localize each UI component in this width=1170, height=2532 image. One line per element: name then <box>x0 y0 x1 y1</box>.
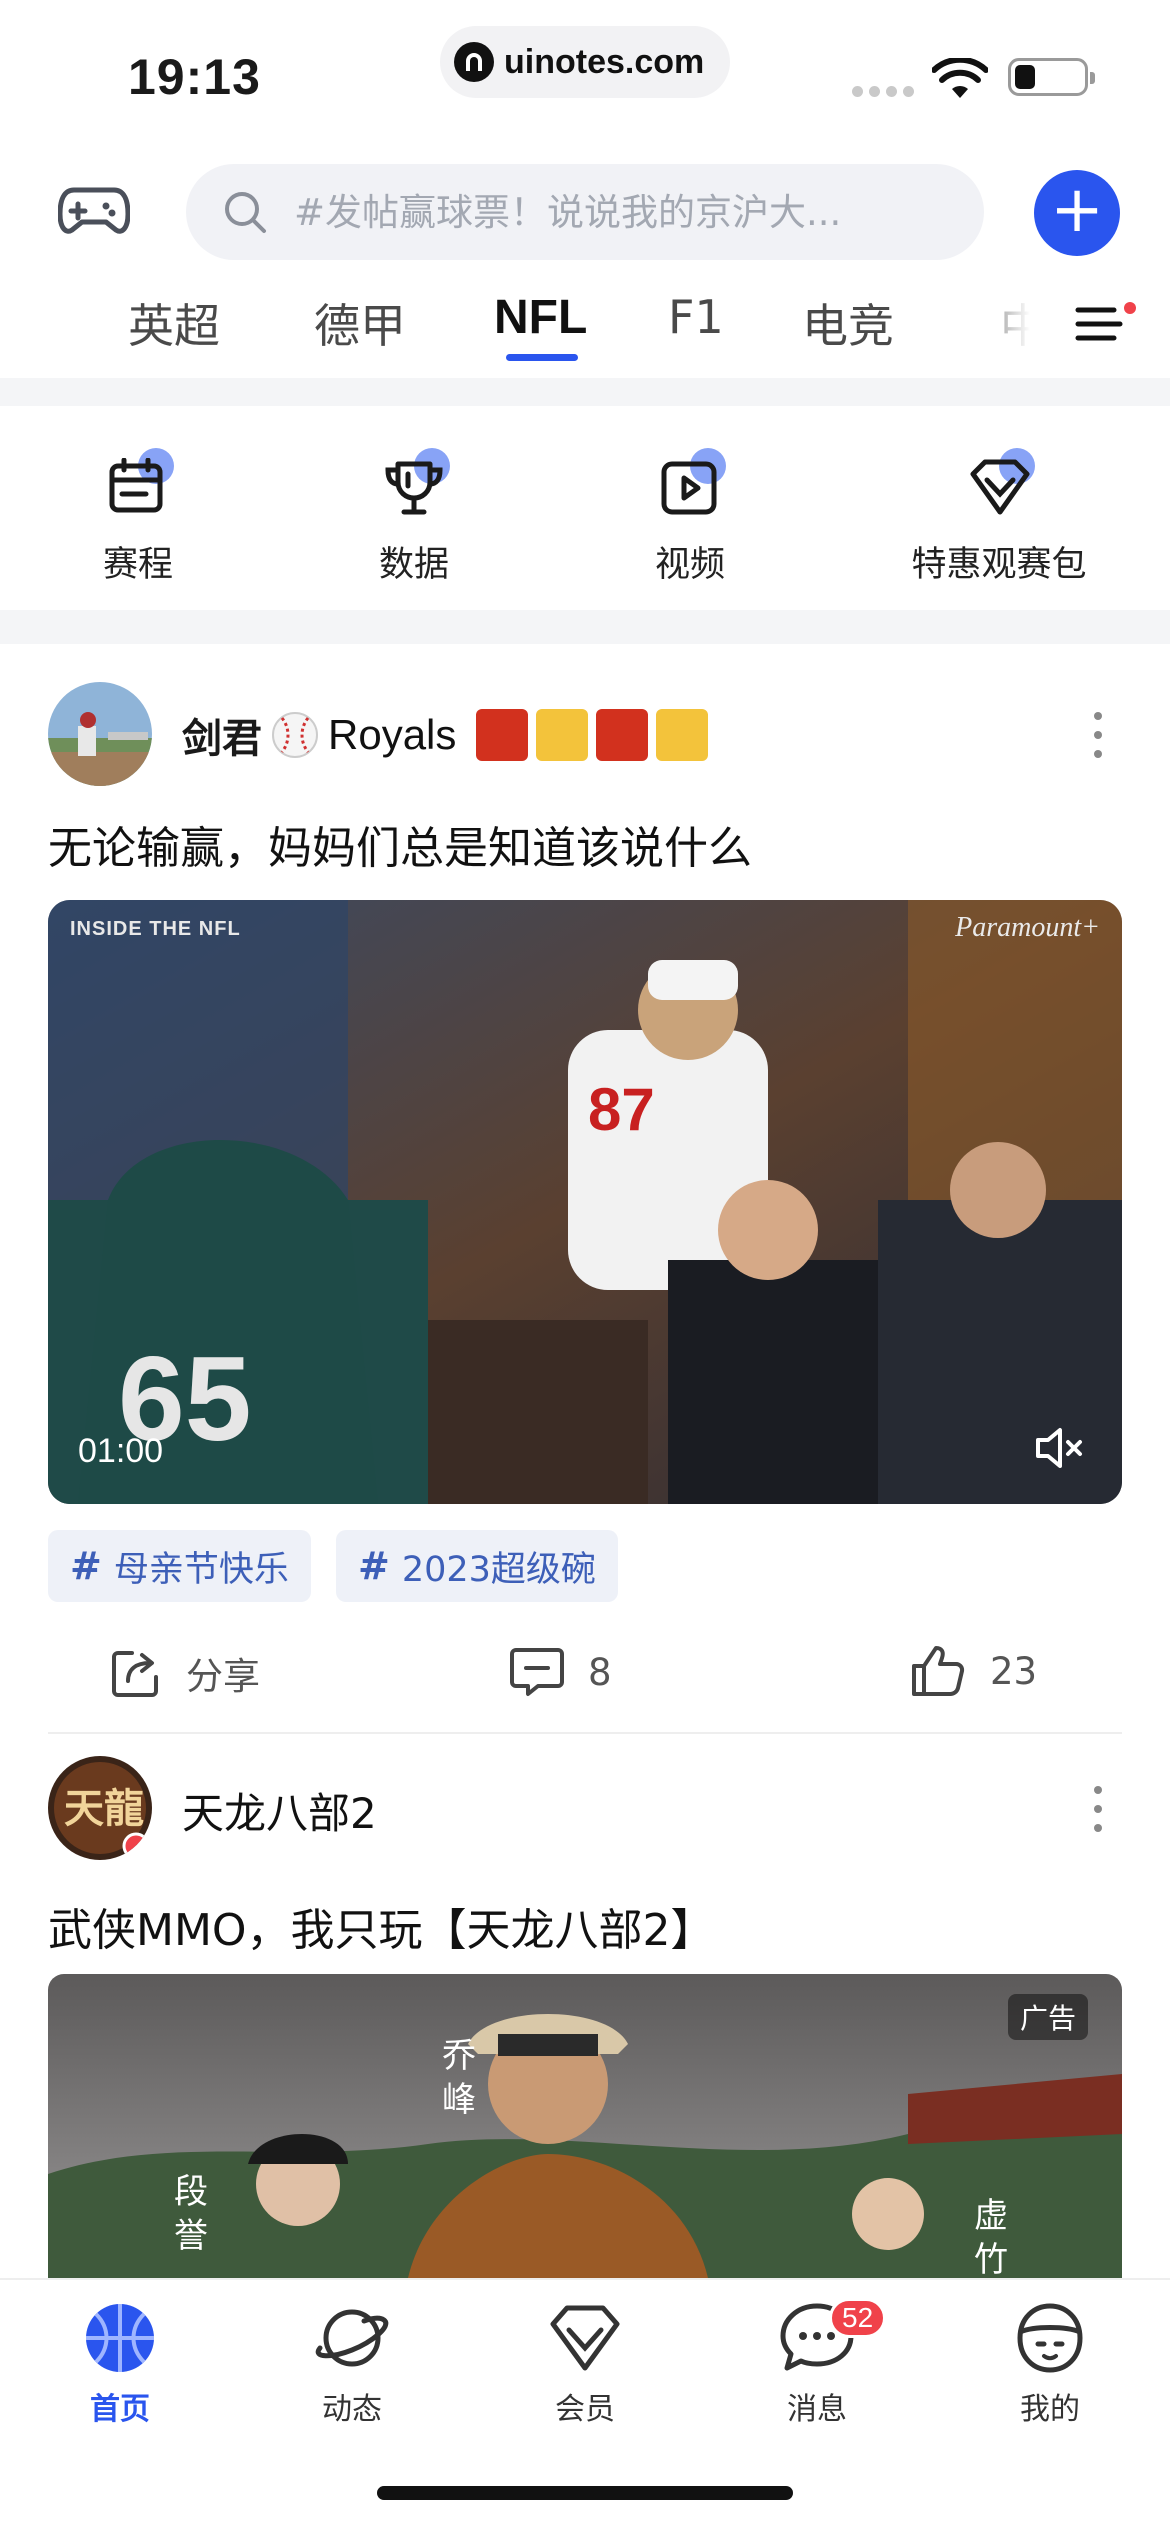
home-indicator <box>377 2486 793 2500</box>
url-text: uinotes.com <box>504 42 705 81</box>
red-square-icon <box>596 709 649 761</box>
yellow-square-icon <box>536 709 589 761</box>
thumbs-up-icon <box>912 1646 965 1696</box>
hashtag-icon: # <box>358 1544 390 1588</box>
url-pill[interactable]: uinotes.com <box>440 26 730 98</box>
hashtag-chip[interactable]: # 2023超级碗 <box>336 1530 618 1602</box>
mute-icon[interactable] <box>1034 1426 1086 1470</box>
post-video[interactable]: 65 87 INSIDE THE NFL Paramount+ 01:00 <box>48 900 1122 1504</box>
video-icon <box>654 448 726 520</box>
add-post-button[interactable]: + <box>1034 170 1120 256</box>
tab-f1[interactable]: F1 <box>668 290 724 344</box>
red-square-icon <box>476 709 529 761</box>
share-icon <box>112 1651 158 1697</box>
quick-link-video[interactable]: 视频 <box>552 406 828 610</box>
wifi-icon <box>932 58 988 98</box>
menu-icon[interactable] <box>1074 300 1136 350</box>
comment-button[interactable]: 8 <box>510 1646 612 1698</box>
video-brand-left: INSIDE THE NFL <box>70 918 241 940</box>
svg-text:87: 87 <box>588 1076 655 1143</box>
ad-badge: 广告 <box>1007 1994 1088 2040</box>
avatar[interactable] <box>48 682 152 786</box>
hashtag-icon: # <box>70 1544 102 1588</box>
cellular-signal-icon <box>852 86 914 97</box>
avatar[interactable]: 天龍 <box>48 1756 152 1860</box>
post-author[interactable]: 剑君 Royals <box>182 706 709 764</box>
category-tabs: 英超 德甲 NFL F1 电竞 中 <box>0 280 1170 370</box>
calendar-icon <box>102 448 174 520</box>
more-options-icon[interactable] <box>1092 712 1104 758</box>
character-name-duanyu: 段誉 <box>174 2172 208 2256</box>
yellow-square-icon <box>656 709 709 761</box>
quick-link-schedule[interactable]: 赛程 <box>0 406 276 610</box>
video-duration: 01:00 <box>78 1432 164 1470</box>
post-title: 无论输赢，妈妈们总是知道该说什么 <box>48 823 752 874</box>
quick-link-label: 特惠观赛包 <box>911 545 1087 585</box>
tab-nfl[interactable]: NFL <box>494 290 587 345</box>
character-name-qiaofeng: 乔峰 <box>442 2036 476 2120</box>
baseball-icon <box>272 712 318 758</box>
nav-messages[interactable]: 52 消息 <box>737 2298 897 2428</box>
gamepad-icon[interactable] <box>58 180 130 240</box>
nav-label: 会员 <box>555 2392 615 2427</box>
post-divider <box>48 1732 1122 1734</box>
plus-icon: + <box>1050 173 1104 247</box>
like-count: 23 <box>990 1649 1038 1693</box>
section-divider <box>0 378 1170 406</box>
tab-premier-league[interactable]: 英超 <box>128 290 220 356</box>
comment-count: 8 <box>588 1650 612 1694</box>
tab-bundesliga[interactable]: 德甲 <box>314 290 406 356</box>
planet-icon <box>315 2309 389 2367</box>
hashtag-label: 2023超级碗 <box>401 1549 596 1590</box>
site-logo-icon <box>454 42 494 82</box>
nav-profile[interactable]: 我的 <box>970 2298 1130 2428</box>
comment-icon <box>510 1648 564 1696</box>
post-author[interactable]: 天龙八部2 <box>182 1780 377 1841</box>
unread-badge: 52 <box>829 2298 887 2338</box>
nav-membership[interactable]: 会员 <box>505 2298 665 2428</box>
character-name-xuzhu: 虚竹 <box>974 2196 1008 2278</box>
hashtag-chip[interactable]: # 母亲节快乐 <box>48 1530 311 1602</box>
battery-icon <box>1008 58 1095 96</box>
author-name: 天龙八部2 <box>182 1789 377 1838</box>
tab-esports[interactable]: 电竞 <box>802 290 894 356</box>
nav-home[interactable]: 首页 <box>40 2298 200 2428</box>
author-suffix: Royals <box>328 711 457 758</box>
section-divider <box>0 610 1170 644</box>
quick-link-special-package[interactable]: 特惠观赛包 <box>828 406 1170 610</box>
video-thumbnail: 65 87 <box>48 900 1122 1504</box>
search-icon <box>225 192 266 233</box>
active-tab-indicator <box>506 354 578 361</box>
search-input[interactable] <box>294 190 934 234</box>
nav-label: 我的 <box>1020 2392 1080 2427</box>
nav-label: 消息 <box>787 2392 847 2427</box>
nav-label: 首页 <box>90 2392 150 2427</box>
search-bar[interactable] <box>186 164 984 260</box>
quick-link-label: 赛程 <box>102 545 173 585</box>
status-time: 19:13 <box>128 49 261 105</box>
video-brand-right: Paramount+ <box>955 912 1100 943</box>
quick-link-label: 数据 <box>378 545 449 585</box>
ad-video[interactable]: 乔峰 段誉 虚竹 广告 <box>48 1974 1122 2278</box>
quick-links: 赛程 数据 视频 特惠观赛包 <box>0 406 1170 610</box>
more-options-icon[interactable] <box>1092 1786 1104 1832</box>
svg-text:天龍: 天龍 <box>64 1785 144 1832</box>
nav-feed[interactable]: 动态 <box>272 2298 432 2428</box>
share-label: 分享 <box>186 1655 260 1698</box>
diamond-icon <box>963 448 1035 520</box>
status-bar: 19:13 uinotes.com <box>0 0 1170 150</box>
like-button[interactable]: 23 <box>910 1644 1037 1698</box>
quick-link-stats[interactable]: 数据 <box>276 406 552 610</box>
nav-label: 动态 <box>322 2392 382 2427</box>
basketball-icon <box>86 2304 154 2372</box>
diamond-icon <box>550 2305 620 2371</box>
tab-fade <box>960 280 1060 360</box>
author-name: 剑君 <box>182 716 262 762</box>
hashtag-label: 母亲节快乐 <box>113 1549 289 1590</box>
share-button[interactable]: 分享 <box>110 1646 260 1700</box>
trophy-icon <box>378 448 450 520</box>
post-title: 武侠MMO，我只玩【天龙八部2】 <box>48 1905 715 1956</box>
quick-link-label: 视频 <box>654 545 725 585</box>
profile-icon <box>1017 2303 1083 2373</box>
